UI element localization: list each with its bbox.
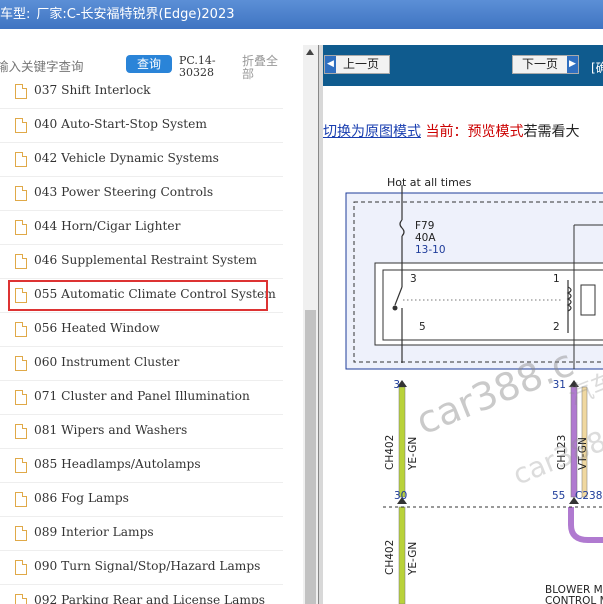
left-top-pin: 3: [393, 379, 400, 391]
file-icon: [15, 254, 27, 269]
tree-item[interactable]: 081 Wipers and Washers: [0, 415, 283, 449]
left-circuit-label: CH402: [384, 435, 396, 470]
fuse-name: F79: [415, 220, 434, 232]
tree-item[interactable]: 089 Interior Lamps: [0, 517, 283, 551]
fuse-rating: 40A: [415, 232, 436, 244]
tree-item[interactable]: 042 Vehicle Dynamic Systems: [0, 143, 283, 177]
blower-label-2: CONTROL M: [545, 595, 603, 604]
wire-ch123-bend: [568, 507, 603, 543]
relay-pin-1: 1: [553, 273, 560, 285]
right-mid-connector: C238: [575, 490, 602, 502]
fuse-pin: 13-10: [415, 244, 446, 256]
tree-item[interactable]: 092 Parking Rear and License Lamps: [0, 585, 283, 604]
right-mid-pin: 55: [552, 490, 565, 502]
mode-hint: 若需看大: [523, 124, 580, 140]
file-icon: [15, 526, 27, 541]
file-icon: [15, 186, 27, 201]
file-icon: [15, 594, 27, 604]
title-prefix: 车型:: [0, 7, 31, 22]
tree-item[interactable]: 060 Instrument Cluster: [0, 347, 283, 381]
arrow-right-icon: ▶: [567, 56, 578, 73]
tree-item[interactable]: 090 Turn Signal/Stop/Hazard Lamps: [0, 551, 283, 585]
left-panel: 查询 PC.14-30328 折叠全部 037 Shift Interlock …: [0, 45, 303, 604]
tree-item[interactable]: 043 Power Steering Controls: [0, 177, 283, 211]
navbar-extra[interactable]: [确: [591, 59, 603, 76]
watermark-text: car388: [508, 424, 603, 491]
mode-bar: 切换为原图模式 当前：预览模式若需看大: [323, 121, 579, 141]
switch-contact: [392, 305, 398, 311]
next-page-button[interactable]: 下一页 ▶: [512, 55, 579, 74]
wiring-diagram: Hot at all times F79 40A 13-10 3 1 5 2 3…: [345, 176, 603, 604]
tree-item[interactable]: 071 Cluster and Panel Illumination: [0, 381, 283, 415]
switch-original-link[interactable]: 切换为原图模式: [323, 124, 421, 140]
left-circuit-label-2: CH402: [384, 540, 396, 575]
file-icon: [15, 356, 27, 371]
relay-pin-3: 3: [410, 273, 417, 285]
selection-highlight: [8, 280, 268, 311]
file-icon: [15, 322, 27, 337]
tree-item[interactable]: 044 Horn/Cigar Lighter: [0, 211, 283, 245]
relay-pin-2: 2: [553, 321, 560, 333]
query-button[interactable]: 查询: [126, 55, 172, 73]
title-model: 厂家:C-长安福特锐界(Edge)2023: [36, 7, 235, 22]
wire-ch402-bottom: [398, 506, 406, 604]
search-input[interactable]: [0, 56, 114, 76]
file-icon: [15, 458, 27, 473]
left-mid-pin: 30: [394, 490, 407, 502]
file-icon: [15, 220, 27, 235]
tree-item[interactable]: 056 Heated Window: [0, 313, 283, 347]
viewer-navbar: ◀ 上一页 下一页 ▶ [确: [323, 45, 603, 86]
tree-item[interactable]: 037 Shift Interlock: [0, 75, 283, 109]
current-mode: 当前：预览模式: [425, 124, 524, 140]
wire-ch402-top: [398, 386, 406, 498]
left-color-label-2: YE-GN: [407, 542, 419, 576]
viewer-panel: ◀ 上一页 下一页 ▶ [确 切换为原图模式 当前：预览模式若需看大 Hot a…: [323, 45, 603, 604]
scrollbar-thumb[interactable]: [305, 310, 316, 604]
file-icon: [15, 424, 27, 439]
file-icon: [15, 152, 27, 167]
file-icon: [15, 492, 27, 507]
title-bar: 车型: 厂家:C-长安福特锐界(Edge)2023: [0, 0, 603, 29]
scroll-up-arrow-icon[interactable]: [306, 49, 314, 55]
file-icon: [15, 560, 27, 575]
relay-pin-5: 5: [419, 321, 426, 333]
tree-item[interactable]: 086 Fog Lamps: [0, 483, 283, 517]
file-icon: [15, 84, 27, 99]
left-color-label: YE-GN: [407, 437, 419, 471]
arrow-left-icon: ◀: [325, 56, 336, 73]
tree-item[interactable]: 085 Headlamps/Autolamps: [0, 449, 283, 483]
file-icon: [15, 118, 27, 133]
hot-label: Hot at all times: [387, 176, 472, 189]
file-icon: [15, 390, 27, 405]
tree-item[interactable]: 046 Supplemental Restraint System: [0, 245, 283, 279]
tree-item[interactable]: 040 Auto-Start-Stop System: [0, 109, 283, 143]
prev-page-button[interactable]: ◀ 上一页: [324, 55, 390, 74]
